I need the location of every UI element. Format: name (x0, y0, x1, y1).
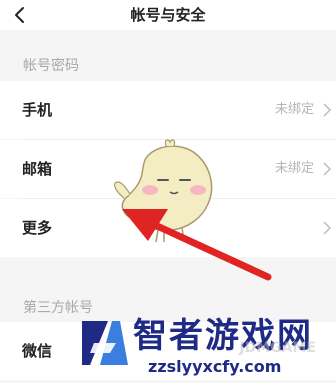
red-arrow-annotation (122, 209, 272, 281)
page-title: 帐号与安全 (130, 6, 206, 24)
chevron-right-icon (320, 81, 334, 139)
section-label-third-party: 第三方帐号 (23, 300, 93, 316)
row-phone[interactable]: 手机 未绑定 (0, 81, 336, 139)
row-email-label: 邮箱 (22, 160, 53, 178)
row-email-value: 未绑定 (274, 161, 314, 176)
watermark-ghost-text: JDMGAME (239, 340, 316, 356)
row-wechat-label: 微信 (22, 342, 53, 360)
row-more-label: 更多 (22, 219, 53, 237)
section-label-account-password: 帐号密码 (23, 58, 79, 74)
chevron-right-icon (320, 140, 334, 198)
row-phone-label: 手机 (22, 101, 53, 119)
watermark-logo (82, 321, 128, 365)
watermark-url: zzslyyxcfy.com (148, 357, 282, 376)
top-bar: 帐号与安全 (0, 0, 336, 30)
chevron-right-icon (320, 199, 334, 257)
row-phone-value: 未绑定 (274, 102, 314, 117)
